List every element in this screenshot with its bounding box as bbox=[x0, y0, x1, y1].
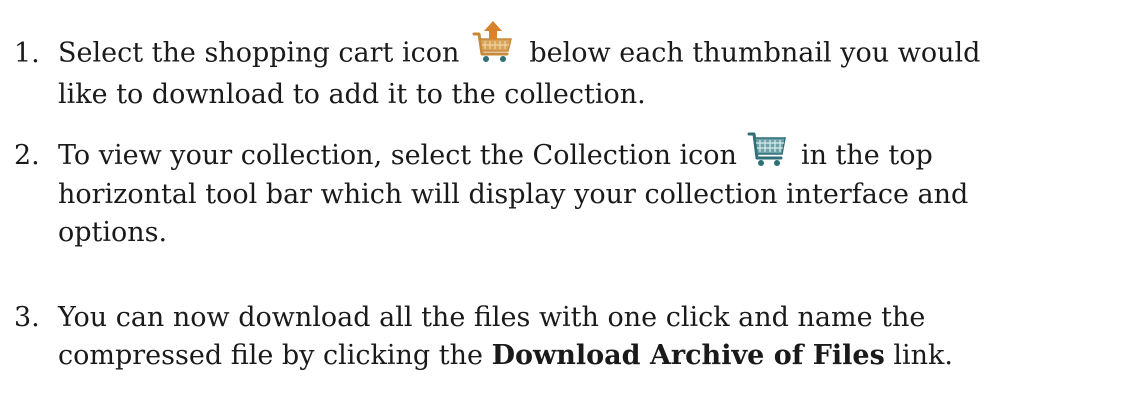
step-1-line-2: like to download to add it to the collec… bbox=[58, 79, 646, 110]
step-3-text-after-link: link. bbox=[893, 340, 953, 371]
step-1-line-1: 1. Select the shopping cart icon below ea… bbox=[14, 10, 1130, 76]
step-2-line-2: horizontal tool bar which will display y… bbox=[58, 178, 969, 210]
step-1: 1. Select the shopping cart icon below ea… bbox=[14, 10, 1130, 114]
step-3-text-line-1: You can now download all the files with … bbox=[58, 302, 926, 333]
step-2-line-1: 2. To view your collection, select the Co… bbox=[14, 132, 1130, 176]
download-archive-link[interactable]: Download Archive of Files bbox=[492, 340, 885, 371]
step-2: 2. To view your collection, select the Co… bbox=[14, 132, 1130, 252]
step-3-number: 3. bbox=[14, 302, 40, 333]
step-3-line-1: 3. You can now download all the files wit… bbox=[14, 299, 1130, 337]
step-1-text-after-icon: below each thumbnail you would bbox=[529, 37, 981, 69]
step-2-text-before-icon: To view your collection, select the Coll… bbox=[58, 140, 737, 171]
step-2-text-after-icon: in the top bbox=[800, 140, 933, 171]
step-2-number: 2. bbox=[14, 140, 40, 171]
instructions-document: 1. Select the shopping cart icon below ea… bbox=[0, 0, 1148, 405]
step-3-line-2: compressed file by clicking the Download… bbox=[14, 337, 1130, 375]
step-1-text-before-icon: Select the shopping cart icon bbox=[58, 37, 460, 69]
step-3: 3. You can now download all the files wit… bbox=[14, 299, 1130, 375]
shopping-cart-add-icon bbox=[471, 20, 515, 64]
step-2-line-3: options. bbox=[58, 216, 168, 248]
shopping-cart-icon bbox=[747, 130, 787, 168]
step-1-number: 1. bbox=[14, 37, 40, 69]
step-3-text-before-link: compressed file by clicking the bbox=[58, 340, 484, 371]
